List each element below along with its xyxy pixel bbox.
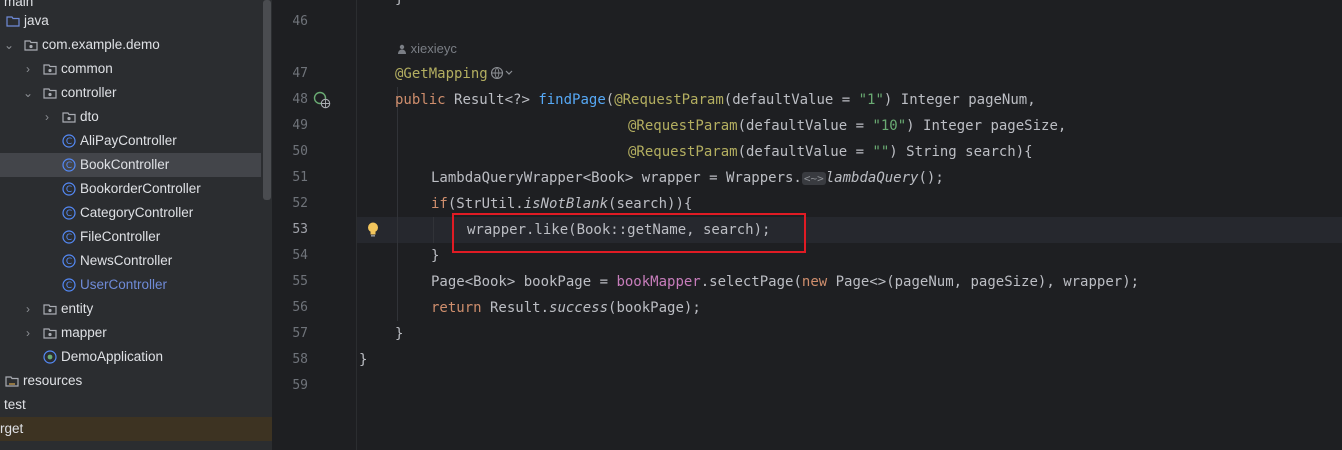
sidebar-scrollbar[interactable] (263, 0, 271, 200)
svg-text:C: C (66, 233, 72, 243)
line-number: 47 (292, 66, 308, 81)
chevron-right-icon[interactable]: › (41, 105, 53, 129)
class-icon: C (62, 134, 76, 148)
tree-item-common[interactable]: › common (0, 57, 272, 81)
resources-folder-icon (5, 376, 19, 387)
tree-item-alipaycontroller[interactable]: C AliPayController (0, 129, 272, 153)
package-icon (62, 112, 76, 123)
line-number: 52 (292, 196, 308, 211)
tree-item-categorycontroller[interactable]: C CategoryController (0, 201, 272, 225)
package-icon (43, 64, 57, 75)
package-icon (43, 88, 57, 99)
code-line-55[interactable]: Page<Book> bookPage = bookMapper.selectP… (431, 269, 1139, 295)
lightbulb-icon[interactable] (366, 221, 380, 238)
svg-text:C: C (66, 209, 72, 219)
tree-item-test[interactable]: test (0, 393, 272, 417)
tree-item-resources[interactable]: resources (0, 369, 272, 393)
line-number: 58 (292, 352, 308, 367)
line-number: 51 (292, 170, 308, 185)
line-number: 55 (292, 274, 308, 289)
tree-item-entity[interactable]: › entity (0, 297, 272, 321)
package-icon (43, 304, 57, 315)
tree-item-dto[interactable]: › dto (0, 105, 272, 129)
chevron-right-icon[interactable]: › (22, 57, 34, 81)
line-number: 49 (292, 118, 308, 133)
type-inlay-hint[interactable]: <~> (801, 172, 826, 185)
line-number: 59 (292, 378, 308, 393)
indent-guide (397, 87, 398, 321)
package-icon (24, 40, 38, 51)
code-line-57[interactable]: } (395, 321, 403, 347)
code-line-49[interactable]: @RequestParam(defaultValue = "10") Integ… (628, 113, 1066, 139)
svg-text:C: C (66, 281, 72, 291)
code-line-58[interactable]: } (359, 347, 367, 373)
line-number: 56 (292, 300, 308, 315)
tree-item-java[interactable]: java (0, 9, 272, 33)
gutter-divider (356, 0, 357, 450)
code-line-50[interactable]: @RequestParam(defaultValue = "") String … (628, 139, 1033, 165)
folder-icon (6, 16, 20, 27)
svg-text:C: C (66, 185, 72, 195)
package-icon (43, 328, 57, 339)
highlight-box (452, 213, 806, 253)
line-number: 57 (292, 326, 308, 341)
user-icon (398, 44, 406, 54)
class-icon: C (62, 206, 76, 220)
code-line-48[interactable]: public Result<?> findPage(@RequestParam(… (395, 87, 1036, 113)
tree-item-bookordercontroller[interactable]: C BookorderController (0, 177, 272, 201)
author-inlay-hint[interactable]: xiexieyc (397, 38, 457, 60)
spring-endpoint-icon[interactable] (313, 91, 331, 109)
code-line-54[interactable]: } (431, 243, 439, 269)
globe-dropdown-icon[interactable] (490, 66, 514, 80)
svg-text:C: C (66, 137, 72, 147)
code-line-45[interactable]: } (395, 0, 403, 12)
line-number: 50 (292, 144, 308, 159)
line-number-current: 53 (292, 222, 308, 237)
tree-item-filecontroller[interactable]: C FileController (0, 225, 272, 249)
code-line-56[interactable]: return Result.success(bookPage); (431, 295, 701, 321)
indent-guide (433, 217, 434, 243)
class-icon: C (62, 254, 76, 268)
chevron-right-icon[interactable]: › (22, 297, 34, 321)
code-line-47[interactable]: @GetMapping (395, 61, 514, 87)
svg-text:C: C (66, 257, 72, 267)
line-number: 54 (292, 248, 308, 263)
chevron-down-icon[interactable]: ⌄ (3, 33, 15, 57)
class-icon: C (62, 158, 76, 172)
line-number: 48 (292, 92, 308, 107)
class-icon: C (62, 278, 76, 292)
class-icon: C (62, 230, 76, 244)
tree-item-com-example-demo[interactable]: ⌄ com.example.demo (0, 33, 272, 57)
tree-item-mapper[interactable]: › mapper (0, 321, 272, 345)
line-number: 46 (292, 14, 308, 29)
svg-text:C: C (66, 161, 72, 171)
chevron-right-icon[interactable]: › (22, 321, 34, 345)
tree-item-controller[interactable]: ⌄ controller (0, 81, 272, 105)
tree-item-newscontroller[interactable]: C NewsController (0, 249, 272, 273)
tree-item-bookcontroller[interactable]: C BookController (0, 153, 261, 177)
tree-item-usercontroller[interactable]: C UserController (0, 273, 272, 297)
code-line-51[interactable]: LambdaQueryWrapper<Book> wrapper = Wrapp… (431, 165, 944, 191)
spring-app-icon (43, 350, 57, 364)
chevron-down-icon[interactable]: ⌄ (22, 81, 34, 105)
project-tree-panel: main java ⌄ com.example.demo › common ⌄ … (0, 0, 272, 450)
class-icon: C (62, 182, 76, 196)
tree-item-target[interactable]: rget (0, 417, 272, 441)
tree-item-demoapplication[interactable]: DemoApplication (0, 345, 272, 369)
